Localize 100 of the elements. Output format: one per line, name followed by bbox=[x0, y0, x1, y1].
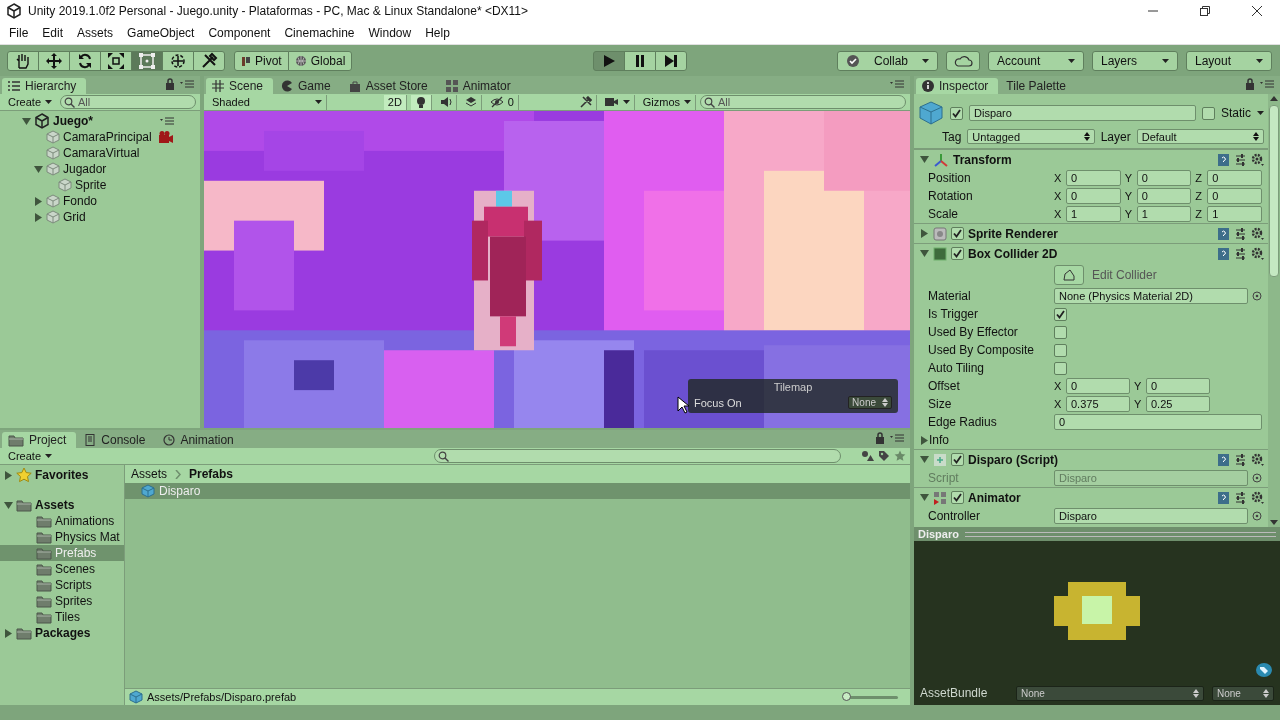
tool-button[interactable] bbox=[162, 50, 194, 71]
number-field[interactable]: 0 bbox=[1066, 188, 1121, 204]
tool-button[interactable] bbox=[69, 50, 101, 71]
layout-dropdown[interactable]: Layout bbox=[1186, 50, 1272, 71]
foldout-arrow-icon[interactable] bbox=[3, 500, 13, 510]
number-field[interactable]: 0 bbox=[1136, 188, 1192, 204]
caret-icon[interactable] bbox=[1257, 111, 1264, 115]
hierarchy-item[interactable]: CamaraPrincipal bbox=[46, 129, 156, 145]
tab[interactable]: Project bbox=[2, 432, 77, 448]
tag-dropdown[interactable]: Untagged bbox=[967, 129, 1095, 144]
hierarchy-item[interactable]: Fondo bbox=[46, 193, 102, 209]
search-field[interactable]: All bbox=[700, 95, 906, 109]
folder-item[interactable]: Packages bbox=[16, 625, 95, 641]
enabled-checkbox[interactable] bbox=[951, 227, 964, 240]
tag-icon[interactable] bbox=[1256, 663, 1272, 677]
target-icon[interactable] bbox=[1252, 473, 1262, 483]
scroll-down-arrow-icon[interactable] bbox=[1270, 520, 1278, 525]
lock-icon[interactable] bbox=[1245, 78, 1255, 90]
checkbox[interactable] bbox=[1054, 343, 1067, 357]
sliders-icon[interactable] bbox=[1234, 153, 1247, 166]
help-book-icon[interactable] bbox=[1217, 152, 1230, 167]
foldout-arrow-icon[interactable] bbox=[920, 435, 929, 445]
foldout-arrow-icon[interactable] bbox=[920, 155, 929, 164]
variant-dropdown[interactable]: None bbox=[1212, 685, 1274, 701]
folder-item[interactable]: Scenes bbox=[36, 561, 100, 577]
tag-icon[interactable] bbox=[878, 450, 890, 462]
menu-item[interactable]: Assets bbox=[70, 26, 121, 40]
gear-icon[interactable] bbox=[1251, 453, 1264, 466]
create-dropdown[interactable]: Create bbox=[4, 448, 57, 464]
pivot-button[interactable]: Pivot bbox=[234, 50, 289, 71]
foldout-arrow-icon[interactable] bbox=[21, 116, 31, 126]
component-title[interactable]: Sprite Renderer bbox=[968, 226, 1213, 241]
collab-dropdown[interactable]: Collab bbox=[836, 50, 938, 71]
number-field[interactable]: 0 bbox=[1054, 414, 1262, 430]
menu-item[interactable]: Edit bbox=[35, 26, 71, 40]
star-icon[interactable] bbox=[894, 450, 906, 462]
target-icon[interactable] bbox=[1252, 291, 1262, 301]
sliders-icon[interactable] bbox=[1234, 247, 1247, 260]
tab[interactable]: Asset Store bbox=[342, 78, 438, 94]
gear-icon[interactable] bbox=[1251, 227, 1264, 240]
edit-collider-button[interactable] bbox=[1054, 265, 1084, 285]
foldout-arrow-icon[interactable] bbox=[920, 455, 929, 464]
lock-icon[interactable] bbox=[165, 78, 175, 90]
focus-on-dropdown[interactable]: None bbox=[848, 396, 892, 409]
hidden-objects-toggle[interactable]: 0 bbox=[485, 94, 519, 110]
menu-icon[interactable] bbox=[890, 434, 904, 442]
help-book-icon[interactable] bbox=[1217, 452, 1230, 467]
account-dropdown[interactable]: Account bbox=[988, 50, 1084, 71]
foldout-arrow-icon[interactable] bbox=[920, 493, 929, 502]
gear-icon[interactable] bbox=[1251, 153, 1264, 166]
breadcrumb-item[interactable]: Assets bbox=[131, 467, 167, 481]
assetbundle-dropdown[interactable]: None bbox=[1016, 685, 1204, 701]
sliders-icon[interactable] bbox=[1234, 453, 1247, 466]
tab[interactable]: Tile Palette bbox=[1000, 78, 1076, 94]
menu-item[interactable]: Window bbox=[361, 26, 419, 40]
checkbox[interactable] bbox=[1054, 361, 1067, 375]
foldout-arrow-icon[interactable] bbox=[920, 229, 929, 238]
foldout-arrow-icon[interactable] bbox=[33, 196, 43, 206]
tab[interactable]: Animator bbox=[439, 78, 521, 94]
static-checkbox[interactable] bbox=[1202, 106, 1215, 120]
component-title[interactable]: Box Collider 2D bbox=[968, 246, 1213, 261]
hierarchy-item[interactable]: Jugador bbox=[46, 161, 111, 177]
foldout-arrow-icon[interactable] bbox=[33, 164, 43, 174]
search-field[interactable] bbox=[434, 449, 841, 463]
enabled-checkbox[interactable] bbox=[951, 453, 964, 466]
foldout-arrow-icon[interactable] bbox=[3, 470, 13, 480]
shapes-icon[interactable] bbox=[861, 450, 874, 462]
sliders-icon[interactable] bbox=[1234, 491, 1247, 504]
component-title[interactable]: Animator bbox=[968, 490, 1213, 505]
pause-button[interactable] bbox=[623, 50, 656, 71]
create-dropdown[interactable]: Create bbox=[4, 94, 57, 110]
gear-icon[interactable] bbox=[1251, 491, 1264, 504]
tool-button[interactable] bbox=[193, 50, 225, 71]
folder-item[interactable]: Sprites bbox=[36, 593, 97, 609]
object-field[interactable]: None (Physics Material 2D) bbox=[1054, 288, 1248, 304]
search-field[interactable]: All bbox=[60, 95, 196, 109]
enabled-checkbox[interactable] bbox=[951, 491, 964, 504]
space-button[interactable]: Global bbox=[287, 50, 353, 71]
number-field[interactable]: 0.25 bbox=[1146, 396, 1210, 412]
shading-dropdown[interactable]: Shaded bbox=[208, 94, 327, 110]
menu-item[interactable]: GameObject bbox=[120, 26, 202, 40]
slider-thumb[interactable] bbox=[842, 691, 851, 701]
number-field[interactable]: 0 bbox=[1146, 378, 1210, 394]
hierarchy-item[interactable]: Grid bbox=[46, 209, 90, 225]
foldout-arrow-icon[interactable] bbox=[920, 249, 929, 258]
folder-item[interactable]: Animations bbox=[36, 513, 119, 529]
menu-item[interactable]: Help bbox=[418, 26, 457, 40]
component-title[interactable]: Transform bbox=[953, 152, 1213, 167]
gear-icon[interactable] bbox=[1251, 247, 1264, 260]
toggle-2d-button[interactable]: 2D bbox=[383, 94, 407, 110]
help-book-icon[interactable] bbox=[1217, 246, 1230, 261]
restore-icon[interactable] bbox=[1200, 6, 1210, 16]
menu-icon[interactable] bbox=[890, 80, 904, 88]
tool-button[interactable] bbox=[100, 50, 132, 71]
foldout-arrow-icon[interactable] bbox=[3, 628, 13, 638]
number-field[interactable]: 1 bbox=[1136, 206, 1192, 222]
scene-item[interactable]: Juego* bbox=[34, 113, 97, 129]
folder-item[interactable]: Tiles bbox=[36, 609, 84, 625]
checkbox[interactable] bbox=[1054, 307, 1067, 321]
help-book-icon[interactable] bbox=[1217, 226, 1230, 241]
